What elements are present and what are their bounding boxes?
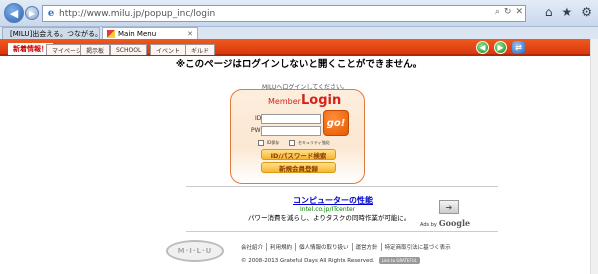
browser-tab[interactable]: [MILU]出会える。つながる。楽... xyxy=(2,27,100,39)
forward-icon: ▶ xyxy=(28,8,36,18)
copyright-text: © 2008-2013 Grateful Days All Rights Res… xyxy=(241,257,375,264)
gear-icon[interactable]: ⚙ xyxy=(581,5,592,19)
footer-link-company[interactable]: 会社紹介 xyxy=(241,243,266,251)
divider xyxy=(186,231,498,232)
prev-button[interactable]: ◀ xyxy=(476,41,489,54)
browser-tab-label: [MILU]出会える。つながる。楽... xyxy=(10,29,99,38)
tab-school[interactable]: SCHOOL xyxy=(110,44,148,55)
search-icon[interactable]: ⌕ xyxy=(495,7,500,17)
footer-links: 会社紹介 利用規約 個人情報の取り扱い 運営方針 特定商取引法に基づく表示 xyxy=(241,243,454,251)
tab-event[interactable]: イベント xyxy=(150,44,187,55)
ie-logo-icon: e xyxy=(47,8,55,19)
site-header: 新着情報！ マイページ 掲示板 SCHOOL イベント ギルド ◀ ▶ ⇄ xyxy=(0,39,598,56)
footer-link-privacy[interactable]: 個人情報の取り扱い xyxy=(295,243,352,251)
secure-checkbox[interactable] xyxy=(289,140,295,146)
favicon-icon xyxy=(107,29,115,38)
ad-title-link[interactable]: コンピューターの性能 xyxy=(293,195,373,206)
tab-guild[interactable]: ギルド xyxy=(185,44,216,55)
page-warning: ※このページはログインしないと開くことができません。 xyxy=(175,59,423,70)
footer-logo: M·I·L·U xyxy=(166,240,224,262)
close-icon[interactable]: ✕ xyxy=(515,7,523,17)
ad-description: パワー消費を減らし、よりタスクの同時作業が可能に。 xyxy=(248,214,411,222)
ad-arrow-button[interactable]: ➔ xyxy=(439,200,459,214)
star-icon[interactable]: ★ xyxy=(561,5,572,19)
footer-badge[interactable]: Link to GRATEFUL xyxy=(378,257,420,264)
refresh-icon: ⇄ xyxy=(515,43,522,52)
browser-tab-label: Main Menu xyxy=(118,29,157,38)
divider xyxy=(186,186,498,187)
home-icon[interactable]: ⌂ xyxy=(545,5,553,19)
ads-by-label: Ads by xyxy=(420,222,437,228)
member-label: Member xyxy=(268,97,301,106)
arrow-right-icon: ➔ xyxy=(445,202,453,212)
google-logo: Google xyxy=(438,218,471,228)
login-panel: Member Login ID PW go! ID保存 セキュリティ強化 ID/… xyxy=(230,89,365,184)
forgot-password-button[interactable]: ID/パスワード検索 xyxy=(261,149,336,160)
arrow-right-icon: ▶ xyxy=(497,43,504,52)
remember-checkbox[interactable] xyxy=(258,140,264,146)
tab-board[interactable]: 掲示板 xyxy=(80,44,111,55)
id-input[interactable] xyxy=(261,114,321,124)
register-button[interactable]: 新規会員登録 xyxy=(261,162,336,173)
footer-link-terms[interactable]: 利用規約 xyxy=(266,243,295,251)
browser-toolbar: ◀ ▶ e http://www.milu.jp/popup_inc/login… xyxy=(0,0,598,27)
forward-button[interactable]: ▶ xyxy=(25,6,39,20)
pw-label: PW xyxy=(251,127,261,134)
go-button[interactable]: go! xyxy=(323,110,349,136)
tab-close-icon[interactable]: ✕ xyxy=(187,30,193,38)
secure-label: セキュリティ強化 xyxy=(298,140,330,145)
browser-tab-active[interactable]: Main Menu ✕ xyxy=(102,27,198,39)
next-button[interactable]: ▶ xyxy=(494,41,507,54)
address-url[interactable]: http://www.milu.jp/popup_inc/login xyxy=(59,9,215,19)
copyright: © 2008-2013 Grateful Days All Rights Res… xyxy=(241,257,420,264)
refresh-icon[interactable]: ↻ xyxy=(504,7,512,17)
refresh-button[interactable]: ⇄ xyxy=(512,41,525,54)
footer-link-commerce[interactable]: 特定商取引法に基づく表示 xyxy=(380,243,454,251)
back-icon: ◀ xyxy=(9,6,19,20)
browser-tab-bar: [MILU]出会える。つながる。楽... Main Menu ✕ xyxy=(0,27,598,39)
ads-by-google[interactable]: Ads by Google xyxy=(420,218,470,228)
address-bar[interactable]: e http://www.milu.jp/popup_inc/login ⌕ ↻… xyxy=(42,5,526,22)
password-input[interactable] xyxy=(261,126,321,136)
footer-link-policy[interactable]: 運営方針 xyxy=(351,243,381,251)
scrollbar[interactable] xyxy=(590,39,598,274)
remember-label: ID保存 xyxy=(267,140,280,145)
login-title: Login xyxy=(301,93,342,108)
back-button[interactable]: ◀ xyxy=(4,3,24,23)
arrow-left-icon: ◀ xyxy=(479,43,486,52)
